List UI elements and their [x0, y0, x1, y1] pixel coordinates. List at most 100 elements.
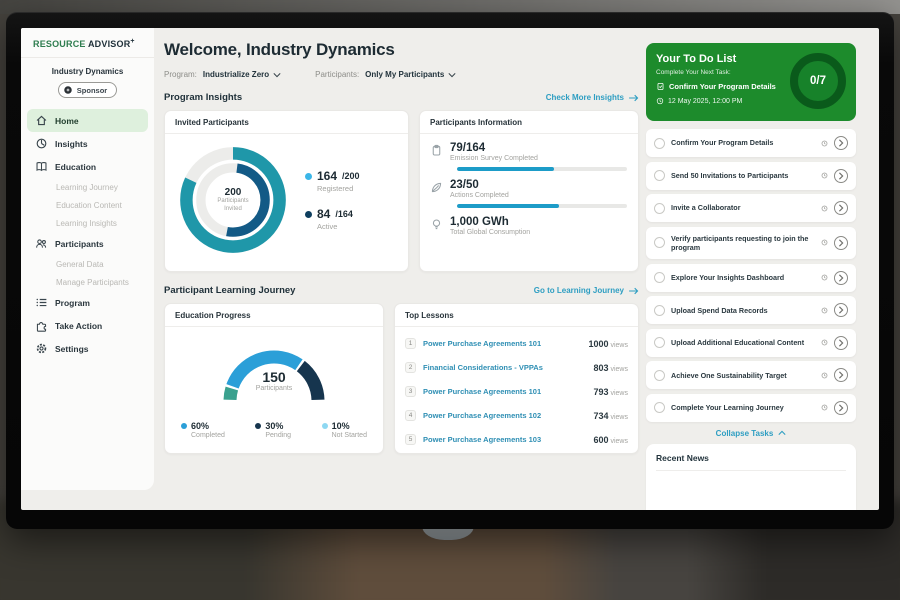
lesson-views: 1000	[588, 339, 608, 349]
task-row[interactable]: Complete Your Learning Journey	[646, 394, 856, 422]
sidebar-item-insights[interactable]: Insights	[27, 132, 148, 155]
sponsor-badge[interactable]: Sponsor	[58, 82, 117, 98]
views-suffix: views	[610, 390, 628, 397]
stat-label: Total Global Consumption	[450, 229, 530, 236]
legend-label: Not Started	[332, 432, 367, 439]
participants-information-card: Participants Information 79/164 Emission…	[419, 110, 639, 272]
card-title: Participants Information	[420, 111, 638, 134]
sidebar-item-learning-journey[interactable]: Learning Journey	[27, 178, 148, 196]
check-more-insights-link[interactable]: Check More Insights	[546, 93, 639, 102]
deadline-icon	[821, 205, 828, 212]
task-open-button[interactable]	[834, 303, 848, 317]
task-row[interactable]: Upload Additional Educational Content	[646, 329, 856, 357]
sidebar-item-label: General Data	[56, 260, 104, 269]
todo-subtitle: Complete Your Next Task:	[656, 69, 776, 76]
card-title: Education Progress	[165, 304, 383, 327]
lesson-views: 600	[593, 435, 608, 445]
sidebar-item-settings[interactable]: Settings	[27, 337, 148, 360]
main-content: Welcome, Industry Dynamics Program: Indu…	[154, 28, 646, 510]
task-open-button[interactable]	[834, 401, 848, 415]
pending-dot	[255, 423, 261, 429]
sidebar-item-label: Program	[55, 298, 90, 308]
sidebar: RESOURCE ADVISOR+ Industry Dynamics Spon…	[21, 28, 154, 490]
task-open-button[interactable]	[834, 271, 848, 285]
stat-value: 79/164	[450, 142, 538, 154]
todo-column: Your To Do List Complete Your Next Task:…	[646, 28, 856, 510]
clock-icon	[656, 97, 664, 105]
collapse-tasks-link[interactable]: Collapse Tasks	[716, 429, 787, 438]
task-checkbox[interactable]	[654, 203, 665, 214]
invited-participants-card: Invited Participants 200 Participants I	[164, 110, 409, 272]
go-to-learning-journey-link[interactable]: Go to Learning Journey	[534, 286, 639, 295]
donut-center-label: Participants	[217, 198, 248, 206]
task-row[interactable]: Upload Spend Data Records	[646, 296, 856, 324]
sidebar-item-manage-participants[interactable]: Manage Participants	[27, 273, 148, 291]
lesson-link[interactable]: Power Purchase Agreements 101	[423, 339, 581, 348]
stat-progress-fill	[457, 204, 559, 208]
task-checkbox[interactable]	[654, 272, 665, 283]
lesson-link[interactable]: Power Purchase Agreements 103	[423, 435, 586, 444]
chevron-up-icon	[778, 430, 786, 436]
task-checkbox[interactable]	[654, 170, 665, 181]
task-row[interactable]: Invite a Collaborator	[646, 194, 856, 222]
deadline-icon	[821, 140, 828, 147]
task-row[interactable]: Confirm Your Program Details	[646, 129, 856, 157]
todo-title: Your To Do List	[656, 53, 776, 65]
lesson-row: 5 Power Purchase Agreements 103 600views	[405, 427, 628, 451]
task-open-button[interactable]	[834, 368, 848, 382]
task-open-button[interactable]	[834, 336, 848, 350]
sidebar-item-label: Take Action	[55, 321, 102, 331]
lesson-rank: 5	[405, 434, 416, 445]
task-row[interactable]: Verify participants requesting to join t…	[646, 227, 856, 260]
task-row[interactable]: Achieve One Sustainability Target	[646, 361, 856, 389]
task-open-button[interactable]	[834, 169, 848, 183]
lesson-link[interactable]: Power Purchase Agreements 101	[423, 387, 586, 396]
todo-next-task[interactable]: Confirm Your Program Details	[656, 82, 776, 91]
stat-value: 23/50	[450, 179, 509, 191]
insights-cards-row: Invited Participants 200 Participants I	[164, 110, 639, 272]
lesson-views: 734	[593, 411, 608, 421]
deadline-icon	[821, 307, 828, 314]
card-title: Invited Participants	[165, 111, 408, 134]
task-label: Verify participants requesting to join t…	[671, 234, 815, 253]
program-filter-select[interactable]: Industrialize Zero	[203, 70, 281, 79]
sidebar-nav: Home Insights Education Learning Journey…	[21, 109, 154, 360]
sidebar-item-take-action[interactable]: Take Action	[27, 314, 148, 337]
task-checkbox[interactable]	[654, 402, 665, 413]
sidebar-item-home[interactable]: Home	[27, 109, 148, 132]
sidebar-item-learning-insights[interactable]: Learning Insights	[27, 214, 148, 232]
task-open-button[interactable]	[834, 236, 848, 250]
sidebar-item-general-data[interactable]: General Data	[27, 255, 148, 273]
gear-icon	[35, 342, 48, 355]
legend-pct: 60%	[191, 421, 209, 431]
lesson-link[interactable]: Power Purchase Agreements 102	[423, 411, 586, 420]
lesson-link[interactable]: Financial Considerations - VPPAs	[423, 363, 586, 372]
collapse-label: Collapse Tasks	[716, 429, 774, 438]
participants-filter-select[interactable]: Only My Participants	[365, 70, 456, 79]
sidebar-item-education-content[interactable]: Education Content	[27, 196, 148, 214]
task-checkbox[interactable]	[654, 337, 665, 348]
page-title: Welcome, Industry Dynamics	[164, 40, 639, 60]
task-checkbox[interactable]	[654, 305, 665, 316]
list-icon	[35, 296, 48, 309]
sidebar-item-participants[interactable]: Participants	[27, 232, 148, 255]
task-checkbox[interactable]	[654, 370, 665, 381]
legend-pending: 30% Pending	[255, 421, 291, 439]
lesson-row: 1 Power Purchase Agreements 101 1000view…	[405, 331, 628, 355]
task-checkbox[interactable]	[654, 237, 665, 248]
task-row[interactable]: Explore Your Insights Dashboard	[646, 264, 856, 292]
sidebar-item-education[interactable]: Education	[27, 155, 148, 178]
lesson-views: 793	[593, 387, 608, 397]
task-checkbox[interactable]	[654, 138, 665, 149]
task-open-button[interactable]	[834, 201, 848, 215]
gauge-legend: 60% Completed 30% Pending 10% Not Starte…	[175, 414, 373, 439]
leaf-icon	[430, 181, 443, 199]
app-logo: RESOURCE ADVISOR+	[21, 28, 154, 58]
participants-filter-label: Participants:	[315, 70, 359, 79]
task-open-button[interactable]	[834, 136, 848, 150]
clipboard-icon	[430, 144, 443, 162]
stat-value: 1,000 GWh	[450, 216, 530, 228]
lesson-rank: 4	[405, 410, 416, 421]
task-row[interactable]: Send 50 Invitations to Participants	[646, 162, 856, 190]
sidebar-item-program[interactable]: Program	[27, 291, 148, 314]
